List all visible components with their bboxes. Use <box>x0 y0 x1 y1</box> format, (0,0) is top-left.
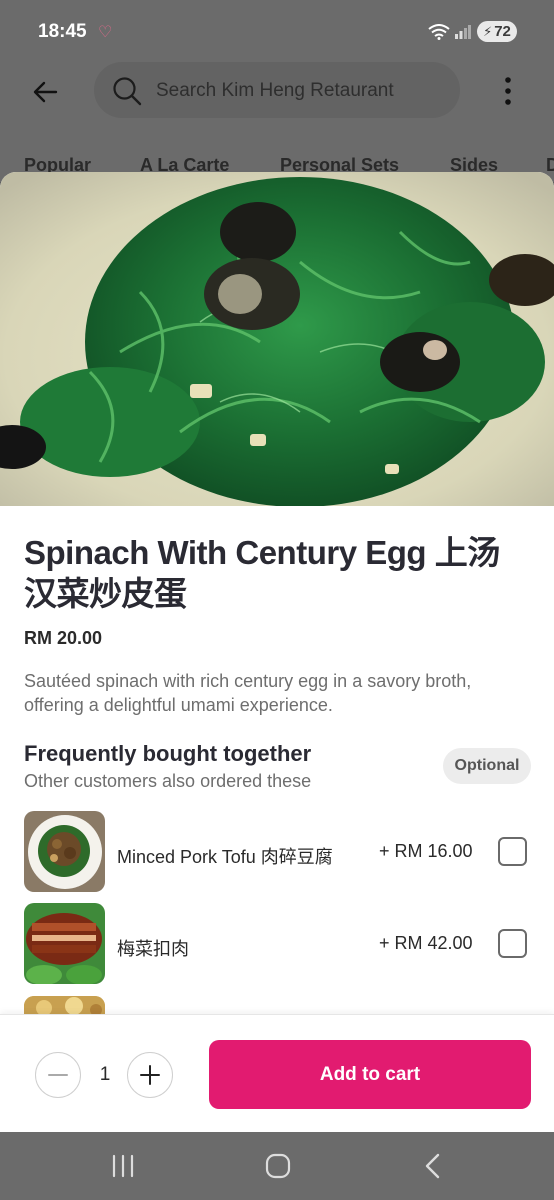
addon-name: Minced Pork Tofu 肉碎豆腐 <box>117 847 333 867</box>
back-arrow-icon[interactable] <box>30 76 62 108</box>
status-time: 18:45 <box>38 21 87 42</box>
fbt-heading: Frequently bought together <box>24 741 312 766</box>
app-header: Search Kim Heng Retaurant <box>0 62 554 122</box>
addon-checkbox[interactable] <box>498 929 527 958</box>
recent-apps-icon[interactable] <box>110 1152 136 1180</box>
quantity-value: 1 <box>99 1064 111 1085</box>
fbt-subtitle: Other customers also ordered these <box>24 771 312 791</box>
addon-thumbnail <box>24 811 105 892</box>
plus-icon <box>140 1065 160 1085</box>
product-price: RM 20.00 <box>24 628 103 648</box>
system-nav-bar <box>0 1132 554 1200</box>
addon-thumbnail-partial <box>24 996 105 1014</box>
search-bar[interactable]: Search Kim Heng Retaurant <box>94 62 460 118</box>
wifi-icon <box>428 24 450 40</box>
minus-icon <box>48 1074 68 1076</box>
notification-icon: ♡ <box>98 24 113 41</box>
battery-indicator: ⚡ 72 <box>477 21 517 42</box>
back-nav-icon[interactable] <box>420 1152 446 1180</box>
decrease-quantity-button[interactable] <box>35 1052 81 1098</box>
more-options-icon[interactable] <box>498 74 518 108</box>
battery-level: 72 <box>494 23 511 40</box>
cart-footer: 1 Add to cart <box>0 1014 554 1132</box>
search-icon <box>113 77 142 106</box>
addon-price: + RM 16.00 <box>379 841 473 861</box>
product-title: Spinach With Century Egg 上汤汉菜炒皮蛋 <box>24 534 500 612</box>
addon-name: 梅菜扣肉 <box>117 939 189 959</box>
signal-icon <box>455 25 471 39</box>
addon-price: + RM 42.00 <box>379 933 473 953</box>
product-sheet: Spinach With Century Egg 上汤汉菜炒皮蛋 RM 20.0… <box>0 172 554 1132</box>
status-bar: 18:45 ♡ ⚡ 72 <box>0 0 554 62</box>
addon-thumbnail <box>24 903 105 984</box>
addon-checkbox[interactable] <box>498 837 527 866</box>
addon-item[interactable]: Minced Pork Tofu 肉碎豆腐 + RM 16.00 <box>0 811 554 895</box>
charging-icon: ⚡ <box>483 23 493 39</box>
addon-item[interactable]: 梅菜扣肉 + RM 42.00 <box>0 903 554 987</box>
home-icon[interactable] <box>264 1152 292 1180</box>
add-to-cart-button[interactable]: Add to cart <box>209 1040 531 1109</box>
optional-badge: Optional <box>443 748 531 784</box>
increase-quantity-button[interactable] <box>127 1052 173 1098</box>
product-description: Sautéed spinach with rich century egg in… <box>24 671 472 715</box>
product-photo <box>0 172 554 506</box>
search-placeholder: Search Kim Heng Retaurant <box>156 80 394 101</box>
